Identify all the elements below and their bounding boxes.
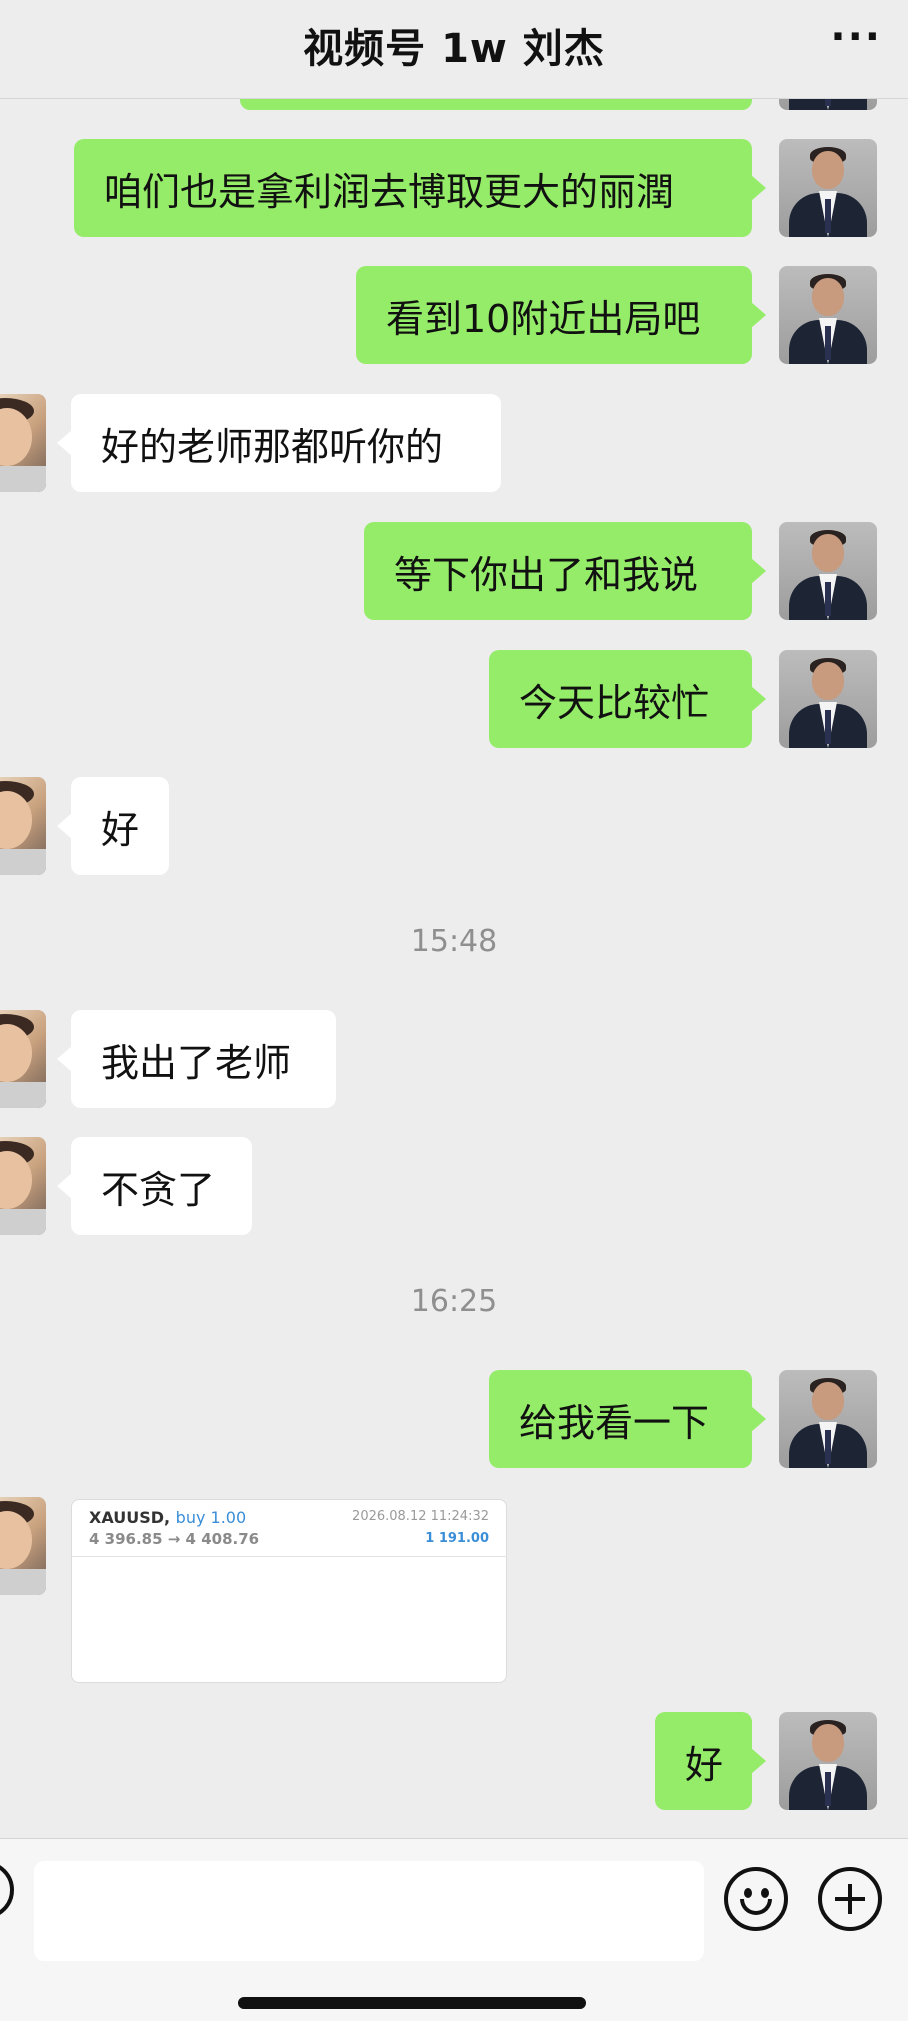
self-avatar[interactable] <box>779 522 877 620</box>
trade-side: buy 1.00 <box>175 1508 247 1527</box>
contact-avatar[interactable] <box>0 1497 46 1595</box>
message-text: 好的老师那都听你的 <box>101 424 444 469</box>
trade-prices: 4 396.85 → 4 408.76 <box>89 1530 260 1548</box>
emoji-icon[interactable] <box>724 1867 788 1931</box>
message-bubble-incoming[interactable]: 我出了老师 <box>57 1010 336 1108</box>
input-bar <box>0 1838 908 2021</box>
message-bubble-outgoing[interactable]: 等下你出了和我说 <box>364 522 766 620</box>
message-text: 好 <box>101 807 140 852</box>
message-text: 好 <box>685 1742 724 1787</box>
message-bubble-incoming[interactable]: 不贪了 <box>57 1137 252 1235</box>
trade-datetime: 2026.08.12 11:24:32 <box>352 1509 489 1524</box>
message-text: 看到10附近出局吧 <box>386 296 701 341</box>
trade-symbol-line: XAUUSD, buy 1.00 <box>89 1508 246 1527</box>
chat-area[interactable]: 咱们也是拿利润去博取更大的丽潤 看到10附近出局吧 好的老师那都听你的 等下你出… <box>0 0 908 1838</box>
trade-symbol: XAUUSD, <box>89 1508 171 1527</box>
self-avatar[interactable] <box>779 1370 877 1468</box>
message-bubble-outgoing[interactable]: 看到10附近出局吧 <box>356 266 766 364</box>
chat-header: 视频号 1w 刘杰 ··· <box>0 0 908 99</box>
self-avatar[interactable] <box>779 139 877 237</box>
home-indicator[interactable] <box>238 1997 586 2009</box>
contact-avatar[interactable] <box>0 1137 46 1235</box>
chat-title: 视频号 1w 刘杰 <box>303 26 605 72</box>
timestamp: 16:25 <box>410 1284 498 1319</box>
self-avatar[interactable] <box>779 266 877 364</box>
voice-icon[interactable] <box>0 1861 14 1919</box>
trade-screenshot-card[interactable]: XAUUSD, buy 1.00 4 396.85 → 4 408.76 202… <box>71 1499 507 1683</box>
message-text: 今天比较忙 <box>519 680 710 725</box>
self-avatar[interactable] <box>779 1712 877 1810</box>
message-text: 我出了老师 <box>101 1040 292 1085</box>
more-icon[interactable]: ··· <box>830 14 882 60</box>
message-bubble-outgoing[interactable]: 咱们也是拿利润去博取更大的丽潤 <box>74 139 766 237</box>
contact-avatar[interactable] <box>0 1010 46 1108</box>
message-bubble-incoming[interactable]: 好的老师那都听你的 <box>57 394 501 492</box>
message-bubble-outgoing[interactable]: 给我看一下 <box>489 1370 766 1468</box>
message-text: 给我看一下 <box>519 1400 710 1445</box>
trade-profit: 1 191.00 <box>425 1531 489 1546</box>
message-bubble-outgoing[interactable]: 好 <box>655 1712 766 1810</box>
trade-card-header: XAUUSD, buy 1.00 4 396.85 → 4 408.76 202… <box>72 1500 506 1557</box>
message-bubble-outgoing[interactable]: 今天比较忙 <box>489 650 766 748</box>
message-text: 等下你出了和我说 <box>394 552 699 597</box>
contact-avatar[interactable] <box>0 777 46 875</box>
self-avatar[interactable] <box>779 650 877 748</box>
contact-avatar[interactable] <box>0 394 46 492</box>
message-bubble-incoming[interactable]: 好 <box>57 777 169 875</box>
plus-icon[interactable] <box>818 1867 882 1931</box>
message-text: 咱们也是拿利润去博取更大的丽潤 <box>104 169 675 214</box>
message-text: 不贪了 <box>101 1167 216 1212</box>
timestamp: 15:48 <box>410 924 498 959</box>
message-input[interactable] <box>34 1861 704 1961</box>
